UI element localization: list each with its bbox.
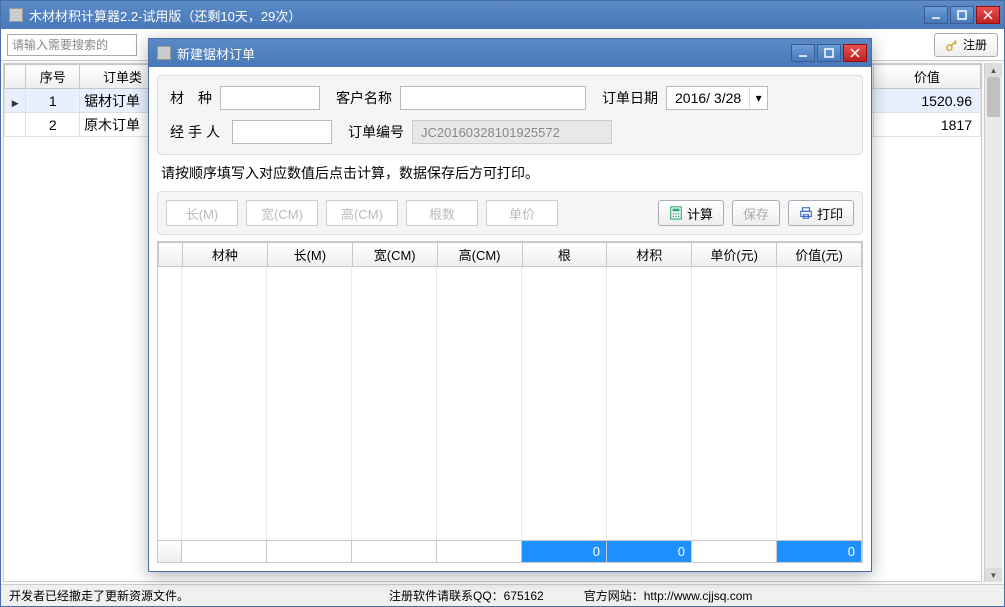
footer-count: 0 [522, 541, 607, 562]
handler-label: 经手人 [170, 122, 224, 142]
footer-volume: 0 [607, 541, 692, 562]
dcol-0 [159, 243, 183, 267]
order-no-field: JC20160328101925572 [412, 120, 612, 144]
status-right: 官方网站：http://www.cjjsq.com [584, 587, 753, 604]
handler-input[interactable] [232, 120, 332, 144]
dialog-title: 新建锯材订单 [177, 44, 791, 63]
calc-button[interactable]: 计算 [658, 200, 724, 226]
species-label: 材 种 [170, 88, 212, 108]
col-value: 价值 [873, 65, 980, 89]
status-bar: 开发者已经撤走了更新资源文件。 注册软件请联系QQ：675162 官方网站：ht… [1, 584, 1004, 606]
main-titlebar[interactable]: 木材材积计算器2.2-试用版（还剩10天，29次） [1, 1, 1004, 29]
main-close-button[interactable] [976, 6, 1000, 24]
dcol-length: 长(M) [267, 243, 352, 267]
scrollbar-thumb[interactable] [987, 77, 1000, 117]
height-input[interactable]: 高(CM) [326, 200, 398, 226]
main-maximize-button[interactable] [950, 6, 974, 24]
row-pointer-icon [5, 89, 26, 113]
scroll-down-arrow-icon[interactable]: ▼ [985, 568, 1002, 582]
dialog-close-button[interactable] [843, 44, 867, 62]
dcol-volume: 材积 [607, 243, 692, 267]
calc-inputs: 长(M) 宽(CM) 高(CM) 根数 单价 计算 保存 打印 [157, 191, 863, 235]
detail-grid[interactable]: 材种 长(M) 宽(CM) 高(CM) 根 材积 单价(元) 价值(元) [157, 241, 863, 563]
save-button[interactable]: 保存 [732, 200, 780, 226]
detail-footer: 0 0 0 [158, 540, 862, 562]
dcol-width: 宽(CM) [352, 243, 437, 267]
dialog-icon [157, 46, 171, 60]
customer-input[interactable] [400, 86, 586, 110]
dcol-height: 高(CM) [437, 243, 522, 267]
dialog-maximize-button[interactable] [817, 44, 841, 62]
dcol-price: 单价(元) [692, 243, 777, 267]
length-input[interactable]: 长(M) [166, 200, 238, 226]
col-seq: 序号 [26, 65, 80, 89]
date-dropdown-icon[interactable]: ▾ [749, 87, 767, 109]
order-form: 材 种 客户名称 订单日期 2016/ 3/28 ▾ 经手人 订单编号 JC20… [157, 75, 863, 155]
order-date-label: 订单日期 [602, 88, 658, 108]
new-order-dialog: 新建锯材订单 材 种 客户名称 订单日期 2016/ 3/28 ▾ 经手人 [148, 38, 872, 572]
dialog-titlebar[interactable]: 新建锯材订单 [149, 39, 871, 67]
search-input[interactable]: 请输入需要搜索的 [7, 34, 137, 56]
footer-value: 0 [777, 541, 862, 562]
vertical-scrollbar[interactable]: ▲ ▼ [984, 63, 1002, 582]
print-button[interactable]: 打印 [788, 200, 854, 226]
main-title: 木材材积计算器2.2-试用版（还剩10天，29次） [29, 6, 924, 25]
width-input[interactable]: 宽(CM) [246, 200, 318, 226]
dcol-count: 根 [522, 243, 607, 267]
printer-icon [799, 206, 813, 220]
customer-label: 客户名称 [336, 88, 392, 108]
status-middle: 注册软件请联系QQ：675162 [389, 587, 544, 604]
date-value: 2016/ 3/28 [667, 90, 749, 106]
detail-body [158, 267, 862, 540]
order-date-input[interactable]: 2016/ 3/28 ▾ [666, 86, 768, 110]
order-no-label: 订单编号 [348, 122, 404, 142]
price-input[interactable]: 单价 [486, 200, 558, 226]
dcol-species: 材种 [183, 243, 268, 267]
calculator-icon [669, 206, 683, 220]
register-label: 注册 [963, 36, 987, 53]
count-input[interactable]: 根数 [406, 200, 478, 226]
scroll-up-arrow-icon[interactable]: ▲ [985, 63, 1002, 77]
dcol-value: 价值(元) [777, 243, 862, 267]
register-button[interactable]: 注册 [934, 33, 998, 57]
main-minimize-button[interactable] [924, 6, 948, 24]
app-icon [9, 8, 23, 22]
status-left: 开发者已经撤走了更新资源文件。 [9, 587, 189, 604]
species-input[interactable] [220, 86, 320, 110]
hint-text: 请按顺序填写入对应数值后点击计算，数据保存后方可打印。 [157, 161, 863, 185]
dialog-minimize-button[interactable] [791, 44, 815, 62]
key-icon [945, 38, 959, 52]
